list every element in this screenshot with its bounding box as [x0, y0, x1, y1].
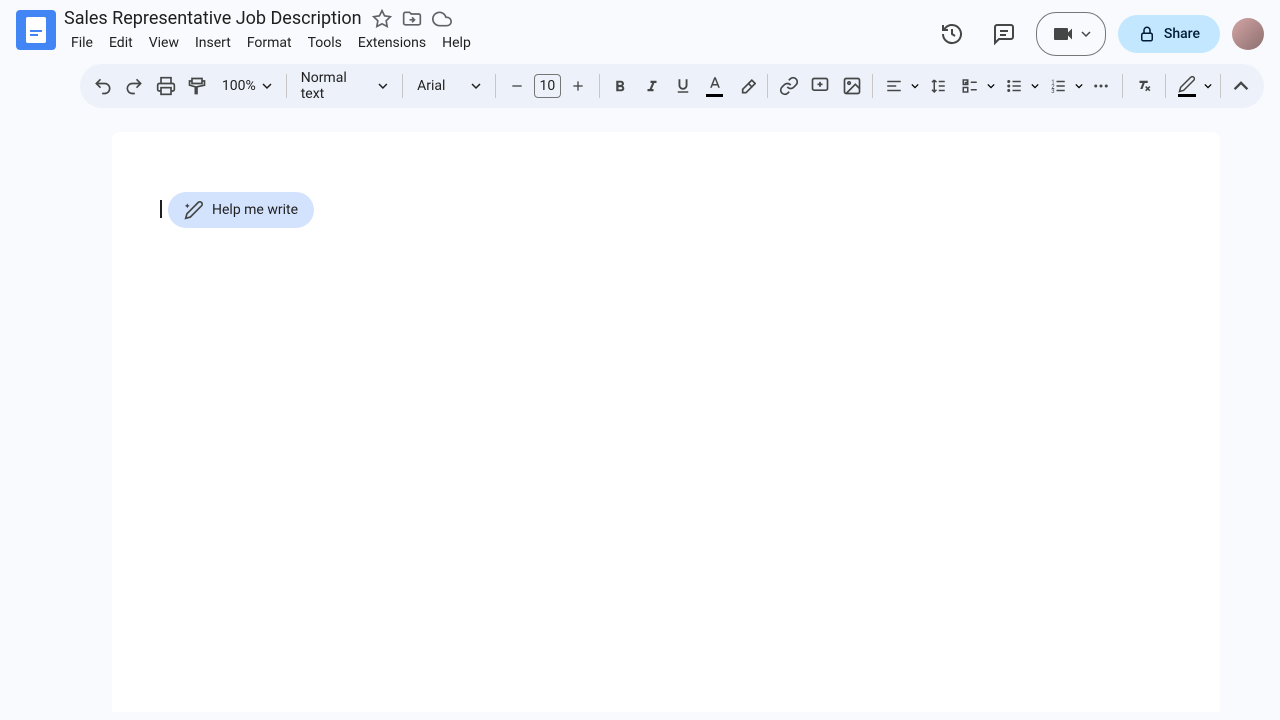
separator: [286, 74, 287, 98]
separator: [599, 74, 600, 98]
star-icon[interactable]: [372, 9, 392, 29]
align-button[interactable]: [879, 71, 909, 101]
menu-bar: File Edit View Insert Format Tools Exten…: [64, 31, 932, 55]
add-comment-button[interactable]: [805, 71, 834, 101]
print-button[interactable]: [151, 71, 180, 101]
document-title[interactable]: Sales Representative Job Description: [64, 8, 362, 29]
bold-button[interactable]: [606, 71, 635, 101]
font-size-value: 10: [539, 78, 555, 94]
clear-formatting-button[interactable]: [1129, 71, 1158, 101]
italic-button[interactable]: [637, 71, 666, 101]
meet-button[interactable]: [1036, 12, 1106, 56]
chevron-down-icon: [1081, 29, 1091, 39]
font-size-input[interactable]: 10: [534, 74, 562, 98]
insert-image-button[interactable]: [837, 71, 866, 101]
text-color-button[interactable]: [700, 71, 729, 101]
help-me-write-chip[interactable]: Help me write: [168, 192, 314, 228]
font-select[interactable]: Arial: [409, 71, 489, 101]
svg-text:3: 3: [1051, 88, 1054, 95]
toolbar: 100% Normal text Arial 10: [80, 64, 1264, 108]
highlight-color-button[interactable]: [731, 71, 760, 101]
menu-extensions[interactable]: Extensions: [351, 31, 433, 55]
move-folder-icon[interactable]: [402, 9, 422, 29]
zoom-select[interactable]: 100%: [214, 71, 280, 101]
separator: [872, 74, 873, 98]
help-write-label: Help me write: [212, 202, 298, 218]
menu-tools[interactable]: Tools: [301, 31, 349, 55]
menu-format[interactable]: Format: [240, 31, 299, 55]
text-cursor: [160, 200, 162, 218]
lock-icon: [1138, 25, 1156, 43]
zoom-value: 100%: [222, 78, 256, 94]
separator: [402, 74, 403, 98]
menu-file[interactable]: File: [64, 31, 100, 55]
align-dropdown[interactable]: [909, 71, 921, 101]
menu-view[interactable]: View: [142, 31, 186, 55]
insert-link-button[interactable]: [774, 71, 803, 101]
history-button[interactable]: [932, 14, 972, 54]
user-avatar[interactable]: [1232, 18, 1264, 50]
increase-font-size-button[interactable]: [563, 71, 592, 101]
redo-button[interactable]: [119, 71, 148, 101]
separator: [1165, 74, 1166, 98]
decrease-font-size-button[interactable]: [502, 71, 531, 101]
bulleted-list-dropdown[interactable]: [1029, 71, 1041, 101]
chevron-down-icon: [471, 81, 481, 91]
bulleted-list-button[interactable]: [999, 71, 1029, 101]
cloud-status-icon[interactable]: [432, 9, 452, 29]
collapse-toolbar-button[interactable]: [1227, 71, 1256, 101]
separator: [1220, 74, 1221, 98]
comments-button[interactable]: [984, 14, 1024, 54]
separator: [1122, 74, 1123, 98]
line-spacing-button[interactable]: [923, 71, 952, 101]
checklist-dropdown[interactable]: [985, 71, 997, 101]
style-value: Normal text: [301, 70, 373, 102]
chevron-down-icon: [378, 81, 388, 91]
docs-app-icon[interactable]: [16, 10, 56, 50]
more-options-button[interactable]: [1087, 71, 1116, 101]
editing-mode-dropdown[interactable]: [1202, 71, 1214, 101]
font-value: Arial: [417, 78, 445, 94]
paragraph-style-select[interactable]: Normal text: [293, 71, 396, 101]
numbered-list-button[interactable]: 123: [1043, 71, 1073, 101]
numbered-list-dropdown[interactable]: [1073, 71, 1085, 101]
underline-button[interactable]: [669, 71, 698, 101]
separator: [495, 74, 496, 98]
separator: [767, 74, 768, 98]
paint-format-button[interactable]: [182, 71, 211, 101]
document-canvas[interactable]: Help me write: [112, 132, 1220, 712]
menu-edit[interactable]: Edit: [102, 31, 140, 55]
undo-button[interactable]: [88, 71, 117, 101]
editing-mode-button[interactable]: [1172, 71, 1202, 101]
chevron-down-icon: [262, 81, 272, 91]
menu-help[interactable]: Help: [435, 31, 478, 55]
pencil-sparkle-icon: [184, 200, 204, 220]
checklist-button[interactable]: [955, 71, 985, 101]
video-camera-icon: [1051, 22, 1075, 46]
share-button[interactable]: Share: [1118, 15, 1220, 53]
menu-insert[interactable]: Insert: [188, 31, 238, 55]
share-label: Share: [1164, 26, 1200, 42]
